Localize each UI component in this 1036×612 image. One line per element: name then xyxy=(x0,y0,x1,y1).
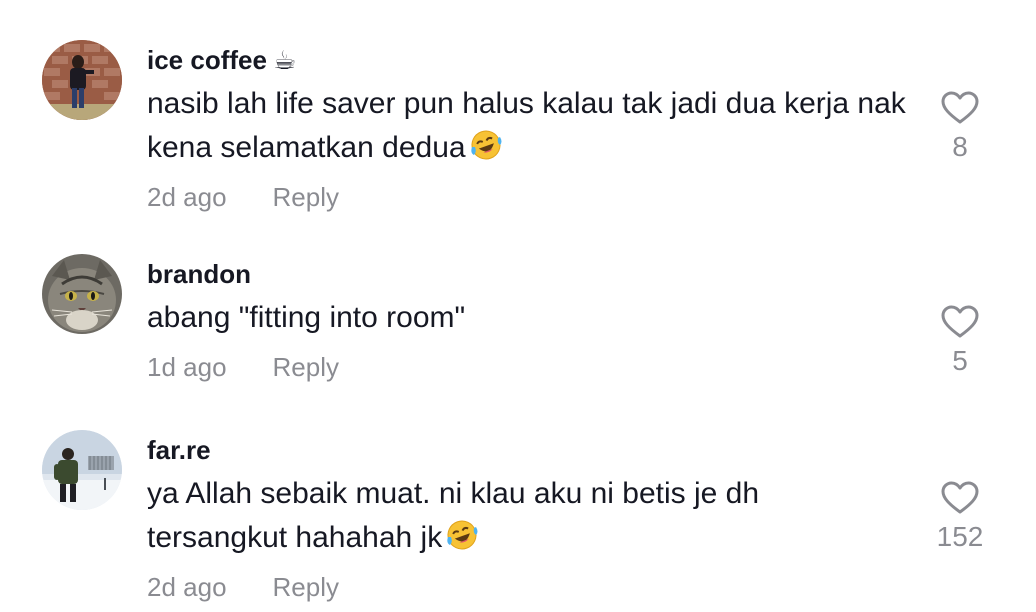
username[interactable]: brandon xyxy=(147,259,907,289)
like-count: 8 xyxy=(952,131,968,162)
comment-meta: 2d ago Reply xyxy=(147,572,907,602)
heart-outline-icon[interactable] xyxy=(941,91,979,125)
like-count: 5 xyxy=(952,345,968,376)
avatar[interactable] xyxy=(42,40,122,120)
username[interactable]: ice coffee ☕ xyxy=(147,45,907,75)
like-count: 152 xyxy=(936,521,984,552)
avatar-cat-image xyxy=(42,254,122,334)
timestamp: 2d ago xyxy=(147,182,227,212)
reply-button[interactable]: Reply xyxy=(273,352,339,382)
timestamp: 1d ago xyxy=(147,352,227,382)
laughing-emoji-icon xyxy=(447,520,478,550)
reply-button[interactable]: Reply xyxy=(273,572,339,602)
comment-text: nasib lah life saver pun halus kalau tak… xyxy=(147,87,906,164)
coffee-emoji-icon: ☕ xyxy=(272,45,297,75)
like-button[interactable]: 5 xyxy=(920,305,1000,377)
avatar-person-snow-image xyxy=(42,430,122,510)
comment-text: abang "fitting into room" xyxy=(147,301,466,334)
username[interactable]: far.re xyxy=(147,435,907,465)
avatar[interactable] xyxy=(42,254,122,334)
comment-text: ya Allah sebaik muat. ni klau aku ni bet… xyxy=(147,477,760,554)
avatar[interactable] xyxy=(42,430,122,510)
heart-outline-icon[interactable] xyxy=(941,481,979,515)
reply-button[interactable]: Reply xyxy=(273,182,339,212)
like-button[interactable]: 152 xyxy=(920,481,1000,553)
timestamp: 2d ago xyxy=(147,572,227,602)
avatar-person-brick-wall-image xyxy=(42,40,122,120)
laughing-emoji-icon xyxy=(470,130,502,160)
comment-meta: 2d ago Reply xyxy=(147,182,907,212)
comment-meta: 1d ago Reply xyxy=(147,352,907,382)
like-button[interactable]: 8 xyxy=(920,91,1000,163)
heart-outline-icon[interactable] xyxy=(941,305,979,339)
